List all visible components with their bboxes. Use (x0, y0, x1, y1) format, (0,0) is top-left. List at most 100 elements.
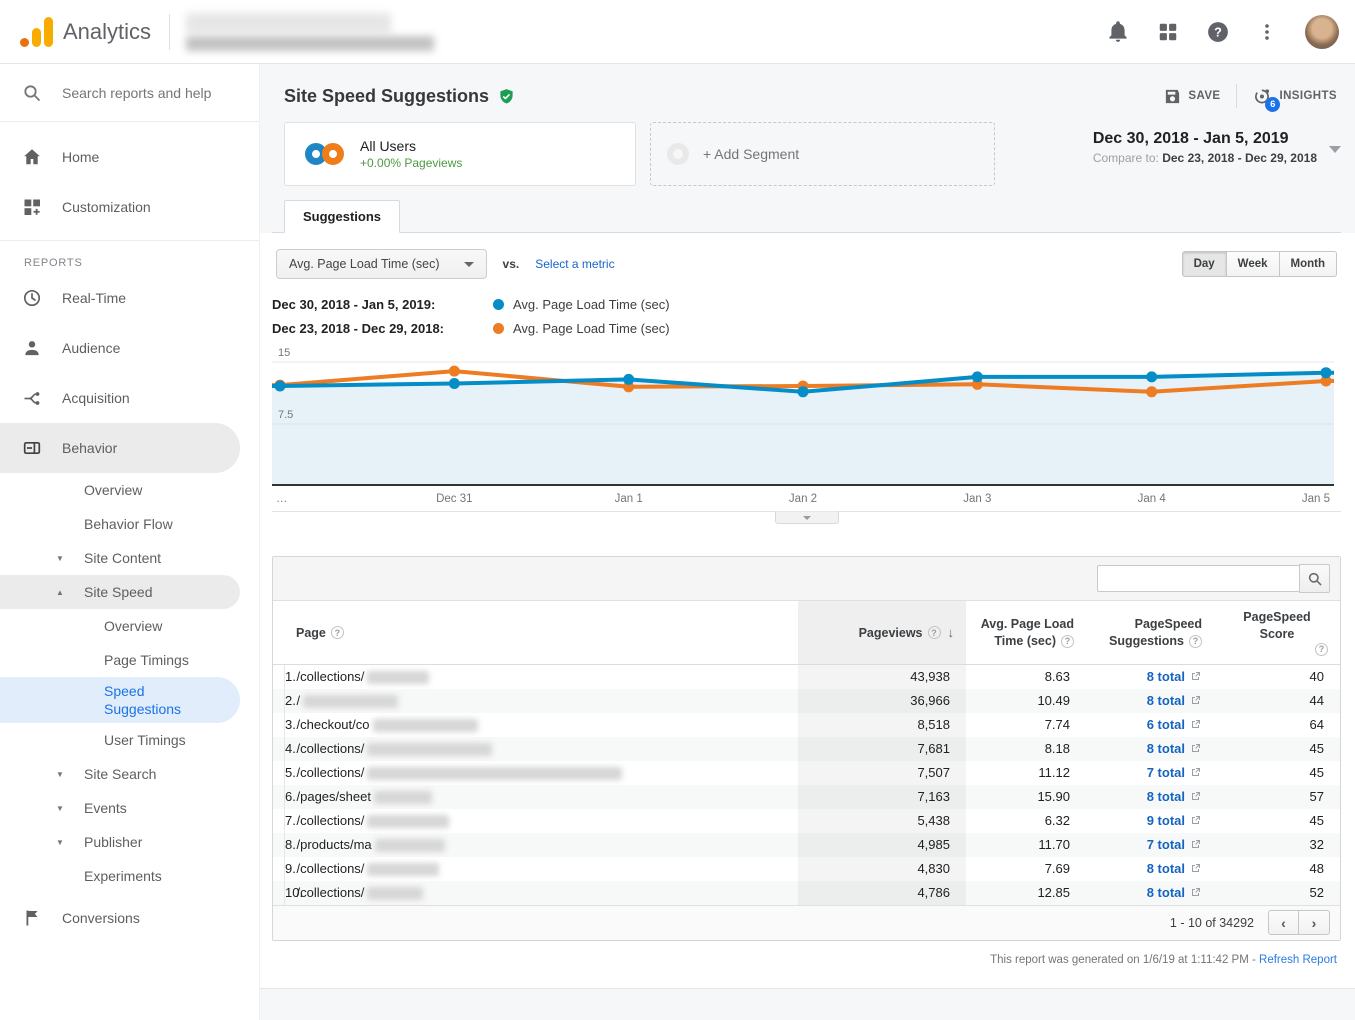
granularity-week-button[interactable]: Week (1227, 251, 1280, 277)
more-vertical-icon[interactable] (1257, 22, 1277, 42)
redacted-text (367, 815, 449, 828)
table-search-input[interactable] (1097, 565, 1299, 592)
sidebar-item-acquisition[interactable]: Acquisition (0, 373, 259, 423)
chevron-down-icon: ▼ (56, 770, 84, 779)
row-pageviews: 4,830 (798, 857, 966, 881)
row-suggestions: 6 total (1086, 713, 1214, 737)
date-range-picker[interactable]: Dec 30, 2018 - Jan 5, 2019 Compare to: D… (1093, 122, 1341, 165)
help-icon[interactable]: ? (928, 626, 941, 639)
row-rank: 10. (273, 881, 284, 905)
account-selector-redacted[interactable] (186, 13, 434, 51)
sidebar-item-speed-suggestions[interactable]: Speed Suggestions (0, 677, 240, 723)
row-avg-load-time: 12.85 (966, 881, 1086, 905)
suggestions-link[interactable]: 8 total (1147, 669, 1185, 684)
redacted-text (367, 671, 429, 684)
row-rank: 7. (273, 809, 284, 833)
sidebar-item-site-search[interactable]: ▼ Site Search (0, 757, 259, 791)
analytics-logo-icon[interactable] (20, 17, 53, 47)
acquisition-icon (22, 388, 42, 408)
save-button[interactable]: SAVE (1164, 88, 1220, 105)
suggestions-link[interactable]: 8 total (1147, 885, 1185, 900)
sort-desc-icon: ↓ (948, 625, 955, 640)
date-range: Dec 30, 2018 - Jan 5, 2019 (1093, 130, 1317, 148)
sidebar-search[interactable]: Search reports and help (0, 64, 259, 122)
user-avatar[interactable] (1305, 15, 1339, 49)
column-header-pagespeed-score[interactable]: PageSpeed Score ? (1214, 601, 1340, 665)
sidebar-item-conversions[interactable]: Conversions (0, 893, 259, 943)
table-search-button[interactable] (1299, 564, 1330, 593)
insights-button[interactable]: 6 INSIGHTS (1253, 87, 1337, 106)
svg-text:Dec 31: Dec 31 (436, 493, 472, 505)
sidebar-item-experiments[interactable]: Experiments (0, 859, 259, 893)
home-icon (22, 147, 42, 167)
sidebar-item-publisher[interactable]: ▼ Publisher (0, 825, 259, 859)
row-score: 57 (1214, 785, 1340, 809)
refresh-report-link[interactable]: Refresh Report (1259, 954, 1337, 966)
help-icon[interactable]: ? (1189, 635, 1202, 648)
help-icon[interactable]: ? (1207, 21, 1229, 43)
help-icon[interactable]: ? (331, 626, 344, 639)
column-header-pageviews[interactable]: Pageviews ? ↓ (798, 601, 966, 665)
sidebar-item-site-speed-overview[interactable]: Overview (0, 609, 259, 643)
page-footer: © 2019 Google|Analytics Home|Terms of Se… (260, 988, 1355, 1020)
chevron-down-icon (1329, 146, 1341, 153)
sidebar-item-home[interactable]: Home (0, 132, 259, 182)
granularity-month-button[interactable]: Month (1280, 251, 1337, 277)
segment-all-users[interactable]: All Users +0.00% Pageviews (284, 122, 636, 186)
add-segment-button[interactable]: + Add Segment (650, 122, 995, 186)
help-icon[interactable]: ? (1315, 643, 1328, 656)
row-pageviews: 7,163 (798, 785, 966, 809)
row-rank: 4. (273, 737, 284, 761)
sidebar-item-behavior-overview[interactable]: Overview (0, 473, 259, 507)
suggestions-link[interactable]: 8 total (1147, 789, 1185, 804)
row-score: 52 (1214, 881, 1340, 905)
sidebar-item-behavior[interactable]: Behavior (0, 423, 240, 473)
product-name: Analytics (63, 19, 151, 45)
granularity-day-button[interactable]: Day (1182, 251, 1227, 277)
external-link-icon (1190, 862, 1202, 874)
topbar-actions: ? (1107, 15, 1339, 49)
chevron-up-icon: ▲ (56, 588, 84, 597)
row-avg-load-time: 7.74 (966, 713, 1086, 737)
sidebar-item-events[interactable]: ▼ Events (0, 791, 259, 825)
chart-expander-button[interactable] (775, 511, 839, 524)
suggestions-link[interactable]: 8 total (1147, 861, 1185, 876)
timeseries-chart: 7.515…Dec 31Jan 1Jan 2Jan 3Jan 4Jan 5 (272, 345, 1341, 524)
sidebar-item-site-content[interactable]: ▼ Site Content (0, 541, 259, 575)
row-avg-load-time: 6.32 (966, 809, 1086, 833)
sidebar-item-user-timings[interactable]: User Timings (0, 723, 259, 757)
next-page-button[interactable]: › (1299, 910, 1330, 935)
prev-page-button[interactable]: ‹ (1268, 910, 1299, 935)
apps-grid-icon[interactable] (1157, 21, 1179, 43)
tab-suggestions[interactable]: Suggestions (284, 200, 400, 233)
chevron-down-icon: ▼ (56, 804, 84, 813)
row-pageviews: 8,518 (798, 713, 966, 737)
suggestions-link[interactable]: 9 total (1147, 813, 1185, 828)
suggestions-link[interactable]: 6 total (1147, 717, 1185, 732)
sidebar-item-audience[interactable]: Audience (0, 323, 259, 373)
suggestions-link[interactable]: 8 total (1147, 693, 1185, 708)
column-header-page[interactable]: Page ? (284, 601, 798, 665)
sidebar-item-behavior-flow[interactable]: Behavior Flow (0, 507, 259, 541)
sidebar-item-customization[interactable]: Customization (0, 182, 259, 232)
column-header-avg-load-time[interactable]: Avg. Page Load Time (sec)? (966, 601, 1086, 665)
sidebar-item-site-speed[interactable]: ▲ Site Speed (0, 575, 240, 609)
reports-section-label: REPORTS (0, 240, 259, 273)
legend-dot-blue-icon (493, 299, 504, 310)
row-page: /products/ma (284, 833, 798, 857)
external-link-icon (1190, 838, 1202, 850)
notifications-bell-icon[interactable] (1107, 21, 1129, 43)
suggestions-link[interactable]: 7 total (1147, 765, 1185, 780)
column-header-pagespeed-suggestions[interactable]: PageSpeed Suggestions? (1086, 601, 1214, 665)
metric-dropdown[interactable]: Avg. Page Load Time (sec) (276, 249, 487, 279)
sidebar-item-realtime[interactable]: Real-Time (0, 273, 259, 323)
clock-icon (22, 288, 42, 308)
sidebar-item-page-timings[interactable]: Page Timings (0, 643, 259, 677)
svg-text:…: … (276, 493, 288, 505)
row-pageviews: 4,985 (798, 833, 966, 857)
help-icon[interactable]: ? (1061, 635, 1074, 648)
suggestions-link[interactable]: 8 total (1147, 741, 1185, 756)
select-metric-link[interactable]: Select a metric (535, 257, 614, 271)
suggestions-link[interactable]: 7 total (1147, 837, 1185, 852)
legend-dot-orange-icon (493, 323, 504, 334)
